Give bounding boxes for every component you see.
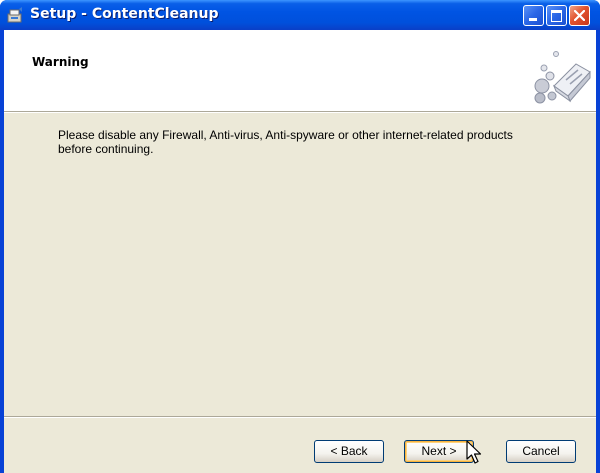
dialog-client-area: Warning Please disable any Firewall, Ant… xyxy=(4,30,596,473)
message-line-1: Please disable any Firewall, Anti-virus,… xyxy=(58,128,513,142)
mouse-pointer-icon xyxy=(466,440,482,464)
message-line-2: before continuing. xyxy=(58,142,154,156)
close-icon[interactable] xyxy=(569,5,590,26)
setup-app-icon xyxy=(7,7,22,23)
wizard-header: Warning xyxy=(4,30,596,111)
window-title: Setup - ContentCleanup xyxy=(30,6,219,22)
back-button[interactable]: < Back xyxy=(314,440,384,463)
page-title: Warning xyxy=(32,55,89,69)
footer-divider xyxy=(4,416,596,418)
cancel-button[interactable]: Cancel xyxy=(506,440,576,463)
setup-window: Setup - ContentCleanup Warning Please di… xyxy=(0,0,600,473)
header-divider xyxy=(4,111,596,113)
title-bar[interactable]: Setup - ContentCleanup xyxy=(0,0,600,30)
next-button[interactable]: Next > xyxy=(404,440,474,463)
maximize-icon[interactable] xyxy=(546,5,567,26)
warning-message: Please disable any Firewall, Anti-virus,… xyxy=(58,128,558,156)
cleaner-bubbles-icon xyxy=(534,51,591,104)
minimize-icon[interactable] xyxy=(523,5,544,26)
